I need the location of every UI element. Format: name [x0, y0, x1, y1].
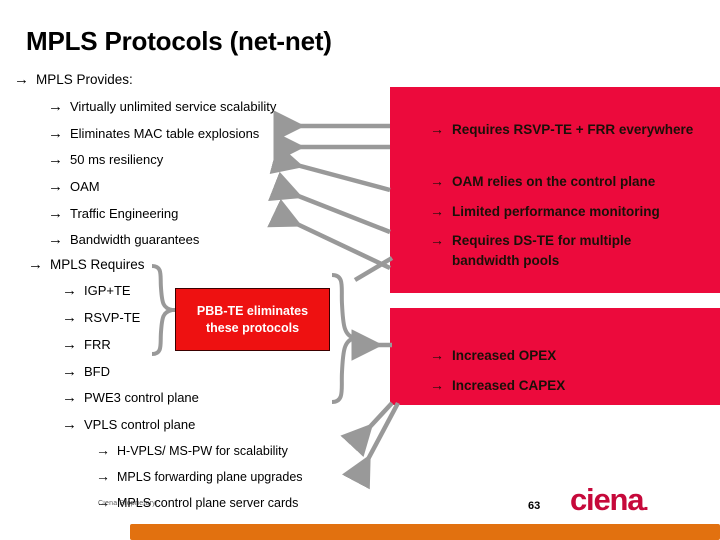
arrow-bullet-icon: →: [430, 203, 444, 219]
arrow-bullet-icon: →: [62, 309, 77, 326]
list-item: → PWE3 control plane: [62, 389, 199, 406]
bullet-mpls-requires-heading: → MPLS Requires: [28, 256, 145, 273]
page-number: 63: [528, 500, 541, 512]
arrow-bullet-icon: →: [62, 282, 77, 299]
list-item: → H-VPLS/ MS-PW for scalability: [96, 442, 288, 458]
pbb-te-callout-line1: PBB-TE eliminates: [196, 304, 309, 319]
arrow-bullet-icon: →: [62, 363, 77, 380]
list-item: → RSVP-TE: [62, 309, 141, 326]
arrow-bullet-icon: →: [62, 336, 77, 353]
arrow-bullet-icon: →: [14, 71, 29, 88]
ciena-logo-dot: .: [643, 493, 649, 515]
ciena-logo-text: ciena: [570, 482, 644, 517]
arrow-bullet-icon: →: [28, 256, 43, 273]
arrow-bullet-icon: →: [62, 416, 77, 433]
bullet-mpls-provides-heading: → MPLS Provides:: [14, 71, 133, 88]
arrow-bullet-icon: →: [48, 205, 63, 222]
pbb-te-callout-box: PBB-TE eliminates these protocols: [175, 288, 330, 351]
list-item: → 50 ms resiliency: [48, 151, 164, 168]
arrow-bullet-icon: →: [430, 121, 444, 137]
pbb-te-callout-text: PBB-TE eliminates these protocols: [197, 303, 308, 336]
arrow-bullet-icon: →: [48, 98, 63, 115]
list-item: → VPLS control plane: [62, 416, 196, 433]
list-item: → Limited performance monitoring: [430, 203, 660, 219]
arrow-bullet-icon: →: [48, 151, 63, 168]
footer-accent-bar: [130, 524, 720, 540]
arrow-bullet-icon: →: [430, 173, 444, 189]
list-item: → OAM: [48, 178, 100, 195]
arrow-bullet-icon: →: [48, 178, 63, 195]
list-item: → FRR: [62, 336, 111, 353]
list-item: → MPLS forwarding plane upgrades: [96, 468, 303, 484]
list-item: → Increased CAPEX: [430, 377, 566, 393]
list-item: → Eliminates MAC table explosions: [48, 125, 260, 142]
page-title: MPLS Protocols (net-net): [26, 26, 332, 56]
list-item: → Traffic Engineering: [48, 205, 179, 222]
arrow-bullet-icon: →: [62, 389, 77, 406]
arrow-bullet-icon: →: [430, 232, 444, 248]
list-item: → Requires RSVP-TE + FRR everywhere: [430, 121, 694, 137]
ciena-logo: ciena.: [570, 482, 649, 517]
list-item: → BFD: [62, 363, 110, 380]
arrow-bullet-icon: →: [48, 231, 63, 248]
list-item: → Virtually unlimited service scalabilit…: [48, 98, 277, 115]
arrow-bullet-icon: →: [48, 125, 63, 142]
list-item: → OAM relies on the control plane: [430, 173, 656, 189]
proprietary-notice: Ciena Proprietary: [98, 500, 156, 507]
arrow-bullet-icon: →: [96, 468, 110, 484]
list-item: → IGP+TE: [62, 282, 131, 299]
arrow-bullet-icon: →: [430, 347, 444, 363]
list-item: → Requires DS-TE for multiple bandwidth …: [430, 232, 632, 268]
list-item: → Increased OPEX: [430, 347, 557, 363]
slide-canvas: MPLS Protocols (net-net) → MPLS Provides…: [0, 0, 720, 540]
list-item: → Bandwidth guarantees: [48, 231, 200, 248]
arrow-bullet-icon: →: [430, 377, 444, 393]
arrow-bullet-icon: →: [96, 442, 110, 458]
pbb-te-callout-line2: these protocols: [205, 320, 300, 335]
